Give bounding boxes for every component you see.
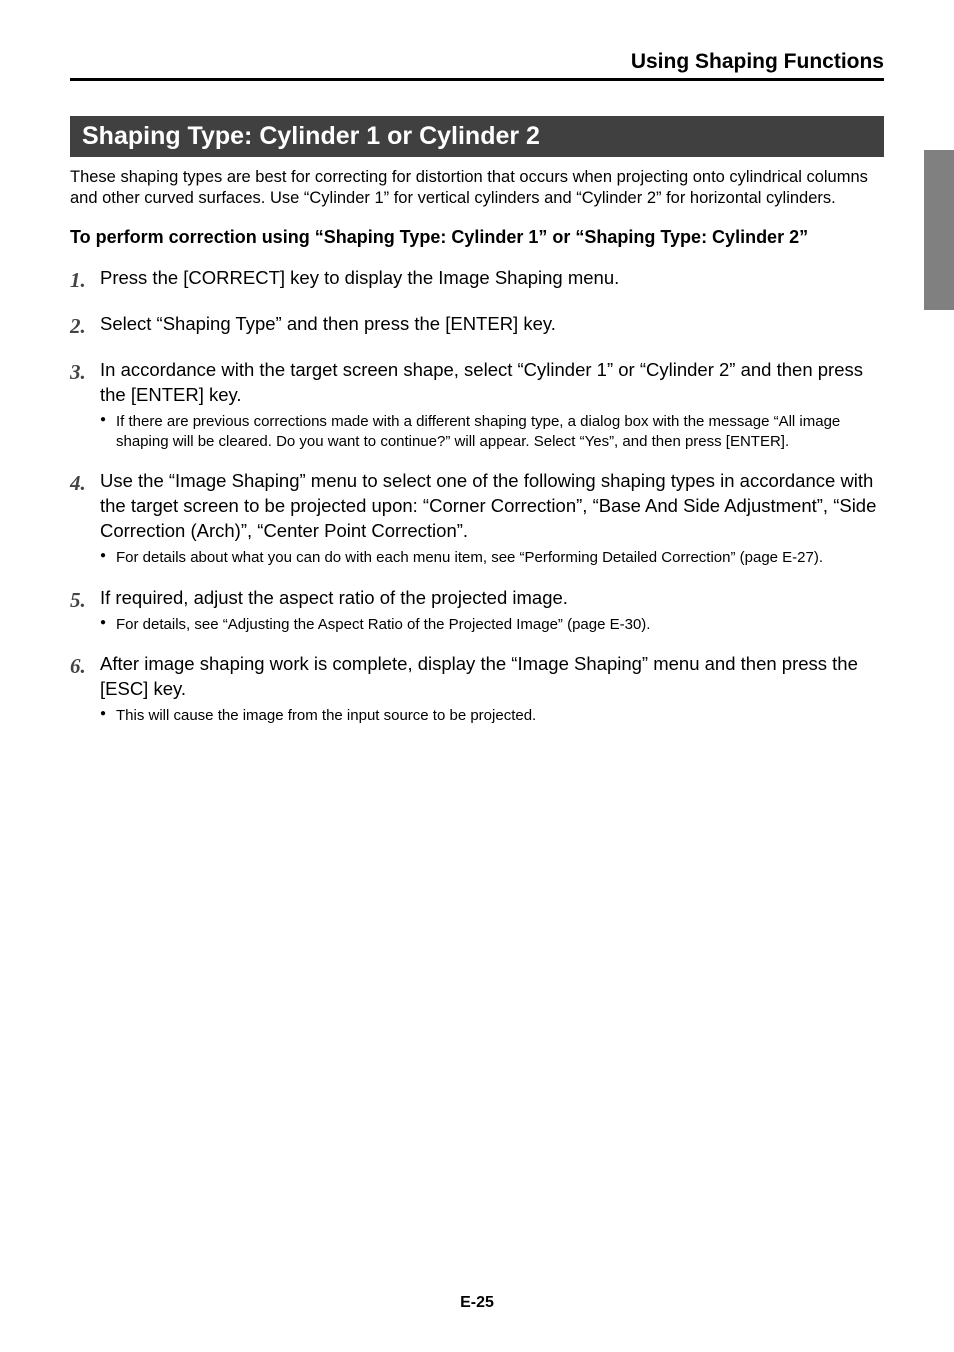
step-text: Press the [CORRECT] key to display the I…	[100, 266, 884, 291]
procedure-step: 4. Use the “Image Shaping” menu to selec…	[70, 469, 884, 567]
procedure-step: 5. If required, adjust the aspect ratio …	[70, 586, 884, 634]
step-text: Select “Shaping Type” and then press the…	[100, 312, 884, 337]
section-intro-paragraph: These shaping types are best for correct…	[70, 167, 884, 208]
step-notes: If there are previous corrections made w…	[100, 412, 884, 451]
main-content: Shaping Type: Cylinder 1 or Cylinder 2 T…	[70, 116, 884, 726]
step-number: 2.	[70, 312, 100, 340]
step-notes: For details, see “Adjusting the Aspect R…	[100, 615, 884, 635]
step-body: Press the [CORRECT] key to display the I…	[100, 266, 884, 294]
step-note: If there are previous corrections made w…	[100, 412, 884, 451]
step-text: Use the “Image Shaping” menu to select o…	[100, 469, 884, 544]
step-body: Use the “Image Shaping” menu to select o…	[100, 469, 884, 567]
procedure-step: 3. In accordance with the target screen …	[70, 358, 884, 451]
header-rule	[70, 78, 884, 81]
procedure-step: 1. Press the [CORRECT] key to display th…	[70, 266, 884, 294]
step-body: After image shaping work is complete, di…	[100, 652, 884, 725]
running-header-title: Using Shaping Functions	[70, 50, 884, 78]
step-text: In accordance with the target screen sha…	[100, 358, 884, 408]
page-header: Using Shaping Functions	[70, 50, 884, 81]
step-number: 4.	[70, 469, 100, 567]
step-text: After image shaping work is complete, di…	[100, 652, 884, 702]
step-notes: This will cause the image from the input…	[100, 706, 884, 726]
step-number: 6.	[70, 652, 100, 725]
step-note: For details about what you can do with e…	[100, 548, 884, 568]
step-note: This will cause the image from the input…	[100, 706, 884, 726]
page-container: Using Shaping Functions Shaping Type: Cy…	[0, 0, 954, 1352]
procedure-step: 2. Select “Shaping Type” and then press …	[70, 312, 884, 340]
procedure-subheading: To perform correction using “Shaping Typ…	[70, 226, 884, 249]
step-text: If required, adjust the aspect ratio of …	[100, 586, 884, 611]
section-tab-marker	[924, 150, 954, 310]
step-number: 1.	[70, 266, 100, 294]
section-heading: Shaping Type: Cylinder 1 or Cylinder 2	[70, 116, 884, 157]
page-number: E-25	[0, 1294, 954, 1312]
step-note: For details, see “Adjusting the Aspect R…	[100, 615, 884, 635]
step-number: 5.	[70, 586, 100, 634]
step-notes: For details about what you can do with e…	[100, 548, 884, 568]
step-number: 3.	[70, 358, 100, 451]
procedure-step: 6. After image shaping work is complete,…	[70, 652, 884, 725]
procedure-steps-list: 1. Press the [CORRECT] key to display th…	[70, 266, 884, 726]
step-body: If required, adjust the aspect ratio of …	[100, 586, 884, 634]
step-body: Select “Shaping Type” and then press the…	[100, 312, 884, 340]
step-body: In accordance with the target screen sha…	[100, 358, 884, 451]
